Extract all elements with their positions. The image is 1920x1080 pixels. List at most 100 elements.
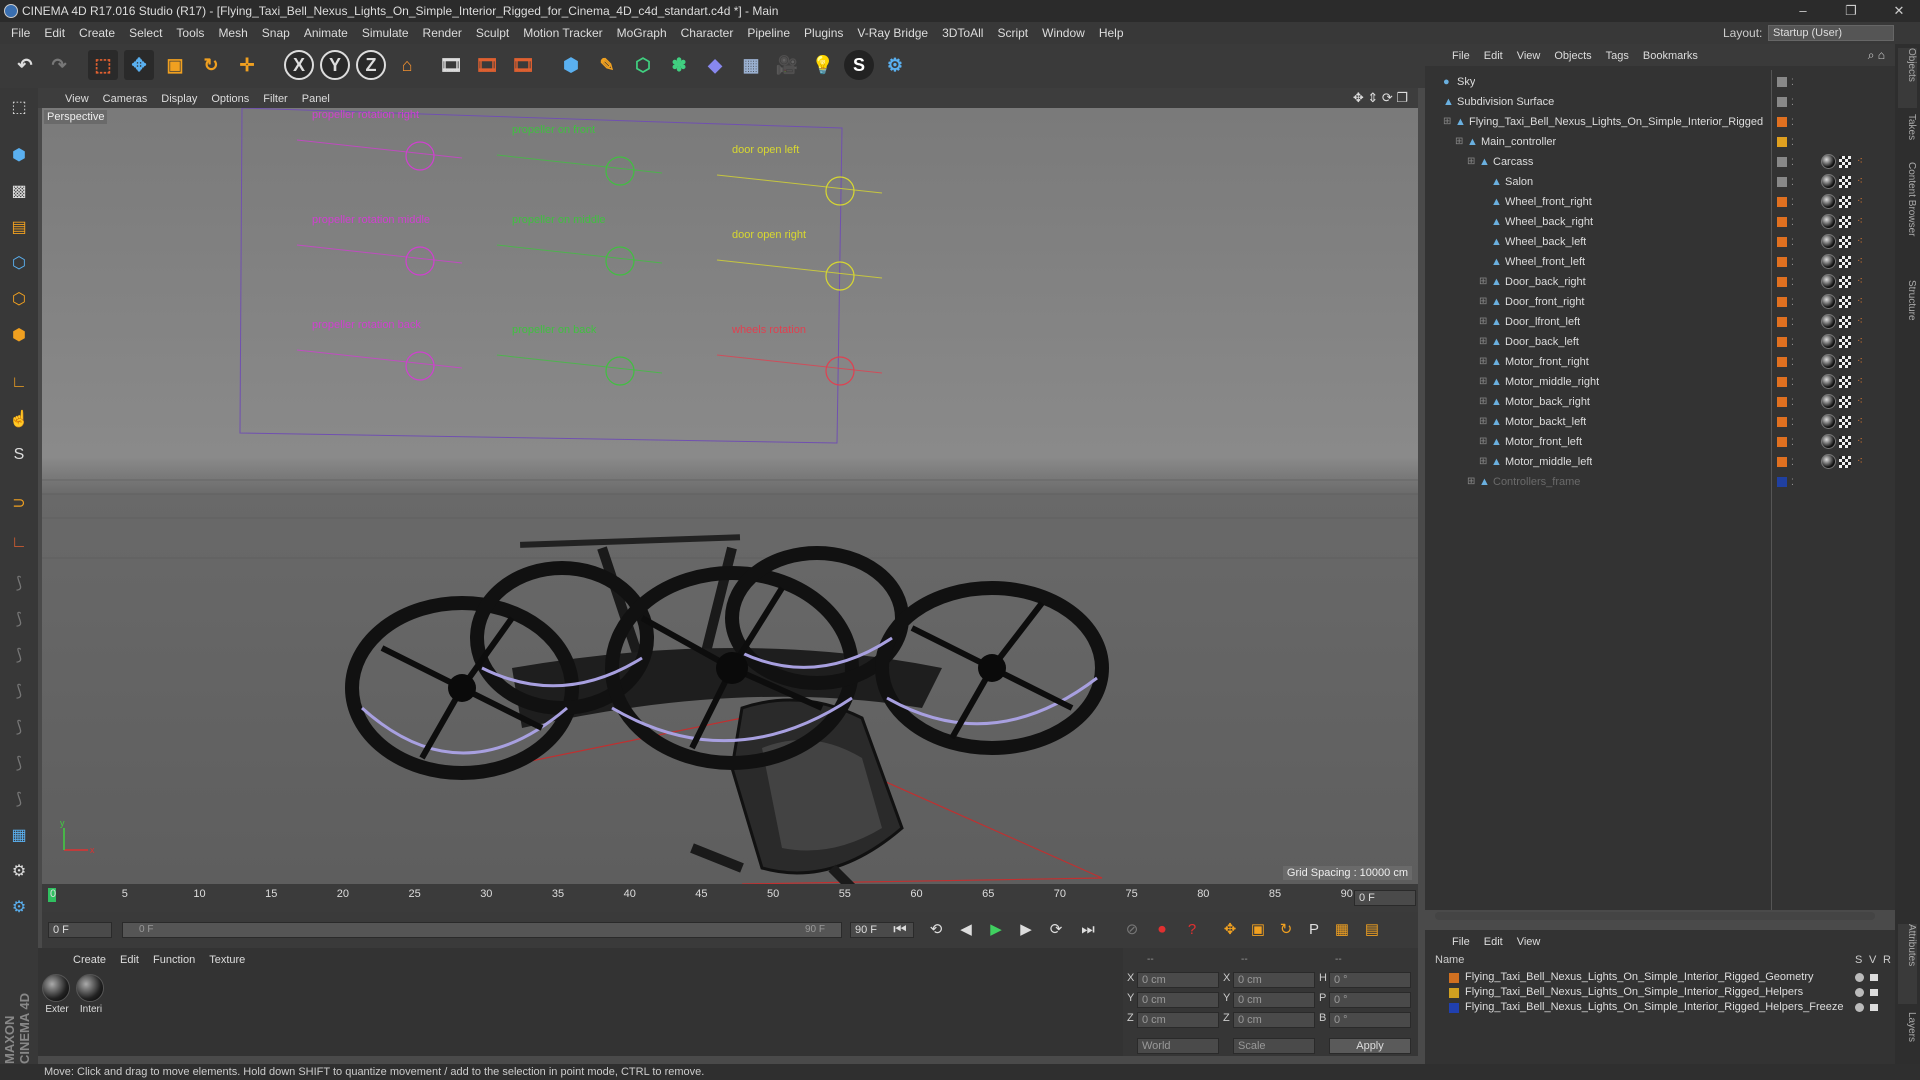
- start-frame-field[interactable]: 0 F: [48, 922, 112, 938]
- texture-tag-icon[interactable]: [1839, 296, 1851, 308]
- object-row[interactable]: ⊞ ▲ Motor_middle_left ⁚ ⁖: [1425, 452, 1895, 472]
- menu-snap[interactable]: Snap: [255, 22, 297, 44]
- flying-taxi-model[interactable]: [345, 534, 1109, 884]
- object-menu-view[interactable]: View: [1510, 45, 1548, 67]
- coord-rot-field[interactable]: 0 °: [1329, 992, 1411, 1008]
- layer-row[interactable]: Flying_Taxi_Bell_Nexus_Lights_On_Simple_…: [1425, 970, 1895, 985]
- viewport-menu-cameras[interactable]: Cameras: [96, 89, 155, 109]
- menu-create[interactable]: Create: [72, 22, 122, 44]
- python-icon[interactable]: ⚙: [880, 50, 910, 80]
- viewport-perspective[interactable]: Perspective propeller rotation right prop…: [42, 108, 1418, 884]
- expand-icon[interactable]: ⊞: [1479, 312, 1487, 332]
- apply-button[interactable]: Apply: [1329, 1038, 1411, 1054]
- move-key-icon[interactable]: ✥: [1218, 919, 1242, 941]
- menu-mesh[interactable]: Mesh: [211, 22, 254, 44]
- weight-tool-icon[interactable]: ⟆: [4, 676, 34, 706]
- maximize-button[interactable]: ❐: [1834, 0, 1868, 22]
- object-menu-objects[interactable]: Objects: [1547, 45, 1598, 67]
- menu-window[interactable]: Window: [1035, 22, 1092, 44]
- xpresso-tag-icon[interactable]: ⁖: [1857, 352, 1863, 372]
- controller-knob-icon[interactable]: [405, 351, 435, 381]
- material-tag-icon[interactable]: [1821, 194, 1836, 209]
- controller-2[interactable]: propeller rotation back: [296, 319, 463, 381]
- object-row[interactable]: ⊞ ▲ Motor_middle_right ⁚ ⁖: [1425, 372, 1895, 392]
- move-icon[interactable]: ✥: [124, 50, 154, 80]
- object-row[interactable]: ⊞ ▲ Door_back_right ⁚ ⁖: [1425, 272, 1895, 292]
- expand-icon[interactable]: ⊞: [1467, 152, 1475, 172]
- layer-color-icon[interactable]: [1777, 377, 1787, 387]
- layer-color-icon[interactable]: [1449, 988, 1459, 998]
- axis-mode-icon[interactable]: ∟: [4, 368, 34, 398]
- y-axis-icon[interactable]: Y: [320, 50, 350, 80]
- axis-enable-icon[interactable]: ∟: [4, 528, 34, 558]
- coord-pos-field[interactable]: 0 cm: [1137, 972, 1219, 988]
- layer-visible-icon[interactable]: [1869, 973, 1879, 982]
- layer-menu-file[interactable]: File: [1445, 931, 1477, 953]
- controller-3[interactable]: propeller on front: [496, 124, 663, 186]
- mograph-cloner-icon[interactable]: ✽: [664, 50, 694, 80]
- object-row[interactable]: ▲ Wheel_back_right ⁚ ⁖: [1425, 212, 1895, 232]
- play-icon[interactable]: ▶: [984, 919, 1008, 941]
- visibility-dots-icon[interactable]: ⁚: [1791, 412, 1794, 432]
- menu-file[interactable]: File: [4, 22, 37, 44]
- camera-icon[interactable]: 🎥: [772, 50, 802, 80]
- z-axis-icon[interactable]: Z: [356, 50, 386, 80]
- layer-color-icon[interactable]: [1777, 157, 1787, 167]
- redo-icon[interactable]: ↷: [44, 50, 74, 80]
- object-row[interactable]: ⊞ ▲ Motor_backt_left ⁚ ⁖: [1425, 412, 1895, 432]
- layer-color-icon[interactable]: [1777, 197, 1787, 207]
- menu-character[interactable]: Character: [674, 22, 741, 44]
- layout-select[interactable]: Startup (User): [1768, 25, 1894, 41]
- visibility-dots-icon[interactable]: ⁚: [1791, 72, 1794, 92]
- object-menu-file[interactable]: File: [1445, 45, 1477, 67]
- visibility-dots-icon[interactable]: ⁚: [1791, 392, 1794, 412]
- floor-grid-icon[interactable]: ▦: [4, 820, 34, 850]
- material-tag-icon[interactable]: [1821, 394, 1836, 409]
- magnet-icon[interactable]: ⊃: [4, 488, 34, 518]
- material-tag-icon[interactable]: [1821, 434, 1836, 449]
- viewport-nav-icons[interactable]: ✥ ⇕ ⟳ ❐: [1353, 88, 1408, 108]
- object-row[interactable]: ▲ Wheel_front_right ⁚ ⁖: [1425, 192, 1895, 212]
- expand-icon[interactable]: ⊞: [1479, 332, 1487, 352]
- cube-icon[interactable]: ⬢: [556, 50, 586, 80]
- material-menu-function[interactable]: Function: [146, 949, 202, 971]
- undo-icon[interactable]: ↶: [10, 50, 40, 80]
- viewport-menu-options[interactable]: Options: [204, 89, 256, 109]
- minimize-button[interactable]: –: [1786, 0, 1820, 22]
- material-tag-icon[interactable]: [1821, 154, 1836, 169]
- material-tag-icon[interactable]: [1821, 374, 1836, 389]
- world-select[interactable]: World: [1137, 1038, 1219, 1054]
- visibility-dots-icon[interactable]: ⁚: [1791, 312, 1794, 332]
- xpresso-tag-icon[interactable]: ⁖: [1857, 152, 1863, 172]
- workplane-icon[interactable]: ▤: [4, 212, 34, 242]
- spline-pen-icon[interactable]: ✎: [592, 50, 622, 80]
- controller-6[interactable]: door open left: [716, 144, 883, 206]
- layer-color-icon[interactable]: [1777, 237, 1787, 247]
- xpresso-tag-icon[interactable]: ⁖: [1857, 272, 1863, 292]
- visibility-dots-icon[interactable]: ⁚: [1791, 132, 1794, 152]
- viewport-menu-display[interactable]: Display: [154, 89, 204, 109]
- bind-icon[interactable]: ⟆: [4, 640, 34, 670]
- layer-visible-icon[interactable]: [1869, 988, 1879, 997]
- keyframe-selection-icon[interactable]: ?: [1180, 919, 1204, 941]
- texture-tag-icon[interactable]: [1839, 236, 1851, 248]
- model-mode-icon[interactable]: ⬢: [4, 140, 34, 170]
- menu-edit[interactable]: Edit: [37, 22, 72, 44]
- sculpt-icon[interactable]: ⚙: [4, 856, 34, 886]
- object-manager-scrollbar[interactable]: [1435, 912, 1875, 920]
- material-tag-icon[interactable]: [1821, 214, 1836, 229]
- coord-size-field[interactable]: 0 cm: [1233, 992, 1315, 1008]
- param-key-icon[interactable]: P: [1302, 919, 1326, 941]
- deformer-icon[interactable]: ◆: [700, 50, 730, 80]
- controller-1[interactable]: propeller rotation middle: [296, 214, 463, 276]
- menu-sculpt[interactable]: Sculpt: [469, 22, 516, 44]
- subdivision-surface-icon[interactable]: ⬡: [628, 50, 658, 80]
- layer-color-icon[interactable]: [1777, 477, 1787, 487]
- xpresso-tag-icon[interactable]: ⁖: [1857, 212, 1863, 232]
- material-tag-icon[interactable]: [1821, 454, 1836, 469]
- xpresso-tag-icon[interactable]: ⁖: [1857, 432, 1863, 452]
- texture-tag-icon[interactable]: [1839, 276, 1851, 288]
- expand-icon[interactable]: ⊞: [1479, 272, 1487, 292]
- menu-mograph[interactable]: MoGraph: [610, 22, 674, 44]
- controller-knob-icon[interactable]: [825, 356, 855, 386]
